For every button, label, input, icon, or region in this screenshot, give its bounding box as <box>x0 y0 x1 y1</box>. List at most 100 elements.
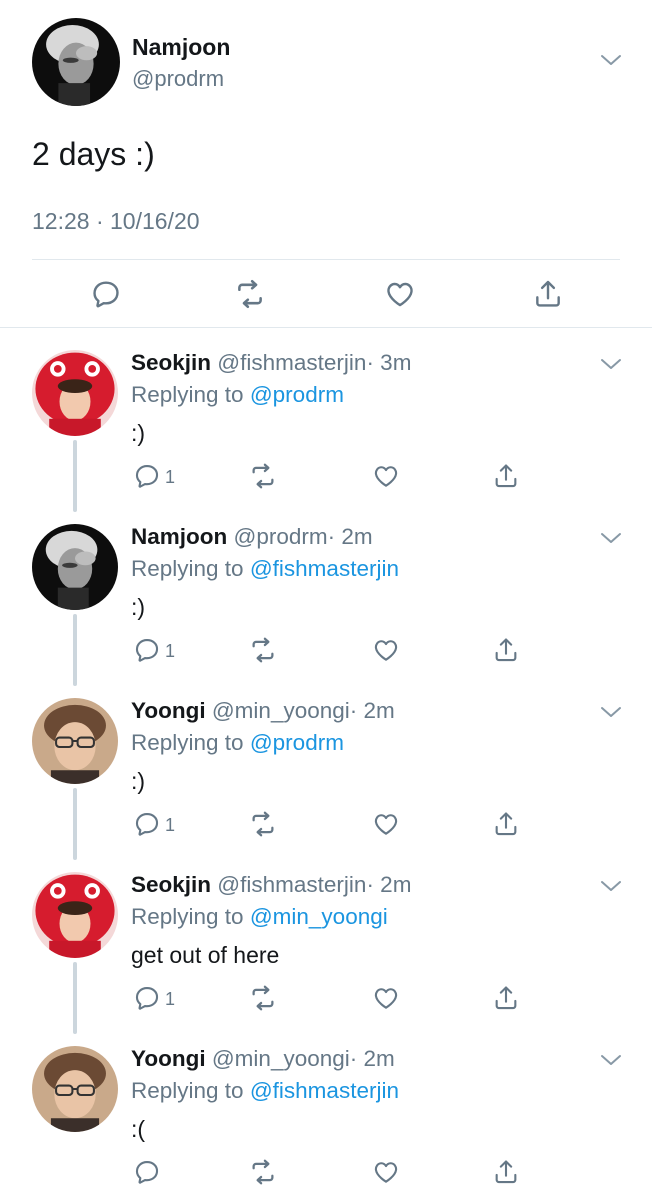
reply-header: Namjoon @prodrm· 2m <box>131 524 373 550</box>
chevron-down-icon[interactable] <box>598 50 624 70</box>
reply-header: Yoongi @min_yoongi· 2m <box>131 698 395 724</box>
replying-to-label: Replying to <box>131 730 250 755</box>
avatar[interactable] <box>32 18 120 106</box>
tweet-timestamp: 12:28 · 10/16/20 <box>32 208 200 234</box>
share-icon[interactable] <box>492 806 520 842</box>
retweet-icon[interactable] <box>232 276 268 312</box>
reply-icon <box>133 462 161 490</box>
reply-tweet[interactable]: Namjoon @prodrm· 2m Replying to @fishmast… <box>0 504 652 686</box>
share-icon[interactable] <box>530 276 566 312</box>
avatar-image <box>32 698 118 784</box>
retweet-icon[interactable] <box>248 458 278 494</box>
reply-header: Yoongi @min_yoongi· 2m <box>131 1046 395 1072</box>
main-tweet: Namjoon @prodrm 2 days :) 12:28 · 10/16/… <box>0 0 652 328</box>
reply-actions: 1 <box>0 806 652 842</box>
retweet-icon[interactable] <box>248 806 278 842</box>
reply-time: · 2m <box>349 698 395 723</box>
avatar[interactable] <box>32 698 118 784</box>
replying-to: Replying to @min_yoongi <box>131 904 388 930</box>
reply-count: 1 <box>165 988 176 1009</box>
retweet-icon[interactable] <box>248 632 278 668</box>
mention-link[interactable]: @min_yoongi <box>250 904 388 929</box>
reply-time: · 2m <box>349 1046 395 1071</box>
avatar-image <box>32 524 118 610</box>
share-icon[interactable] <box>492 1154 520 1190</box>
mention-link[interactable]: @fishmasterjin <box>250 1078 399 1103</box>
reply-tweet[interactable]: Yoongi @min_yoongi· 2m Replying to @fishm… <box>0 1026 652 1200</box>
chevron-down-icon[interactable] <box>598 1050 624 1070</box>
replying-to-label: Replying to <box>131 1078 250 1103</box>
author-handle[interactable]: @prodrm <box>234 524 328 549</box>
replying-to-label: Replying to <box>131 556 250 581</box>
reply-button[interactable]: 1 <box>133 806 175 842</box>
reply-icon <box>133 984 161 1012</box>
author-name[interactable]: Namjoon <box>131 524 227 549</box>
reply-icon <box>133 810 161 838</box>
like-icon[interactable] <box>372 806 400 842</box>
reply-tweet[interactable]: Seokjin @fishmasterjin· 3m Replying to @p… <box>0 330 652 512</box>
author-name[interactable]: Seokjin <box>131 872 211 897</box>
share-icon[interactable] <box>492 632 520 668</box>
reply-time: · 2m <box>327 524 373 549</box>
reply-actions: 1 <box>0 980 652 1016</box>
replying-to: Replying to @prodrm <box>131 382 344 408</box>
reply-count: 1 <box>165 466 176 487</box>
reply-count: 1 <box>165 640 176 661</box>
mention-link[interactable]: @prodrm <box>250 382 344 407</box>
like-icon[interactable] <box>372 632 400 668</box>
avatar[interactable] <box>32 524 118 610</box>
author-handle[interactable]: @fishmasterjin <box>217 872 366 897</box>
reply-tweet[interactable]: Seokjin @fishmasterjin· 2m Replying to @m… <box>0 852 652 1034</box>
retweet-icon[interactable] <box>248 980 278 1016</box>
author-handle[interactable]: @min_yoongi <box>212 1046 350 1071</box>
reply-tweet[interactable]: Yoongi @min_yoongi· 2m Replying to @prodr… <box>0 678 652 860</box>
reply-button[interactable]: 1 <box>133 980 175 1016</box>
reply-actions: 1 <box>0 458 652 494</box>
mention-link[interactable]: @prodrm <box>250 730 344 755</box>
avatar-image <box>32 1046 118 1132</box>
reply-button[interactable] <box>133 1154 165 1190</box>
chevron-down-icon[interactable] <box>598 702 624 722</box>
reply-count: 1 <box>165 814 176 835</box>
chevron-down-icon[interactable] <box>598 528 624 548</box>
mention-link[interactable]: @fishmasterjin <box>250 556 399 581</box>
reply-text: :) <box>131 594 146 620</box>
reply-time: · 3m <box>366 350 412 375</box>
author-handle[interactable]: @min_yoongi <box>212 698 350 723</box>
author-name[interactable]: Yoongi <box>131 1046 206 1071</box>
avatar[interactable] <box>32 872 118 958</box>
author-name[interactable]: Yoongi <box>131 698 206 723</box>
avatar[interactable] <box>32 350 118 436</box>
share-icon[interactable] <box>492 458 520 494</box>
author-handle[interactable]: @prodrm <box>132 66 224 92</box>
reply-icon <box>133 636 161 664</box>
reply-actions: 1 <box>0 632 652 668</box>
like-icon[interactable] <box>372 1154 400 1190</box>
author-handle[interactable]: @fishmasterjin <box>217 350 366 375</box>
replying-to-label: Replying to <box>131 382 250 407</box>
retweet-icon[interactable] <box>248 1154 278 1190</box>
reply-text: :( <box>131 1116 146 1142</box>
like-icon[interactable] <box>382 276 418 312</box>
author-name[interactable]: Namjoon <box>132 34 230 61</box>
reply-text: :) <box>131 420 146 446</box>
author-name[interactable]: Seokjin <box>131 350 211 375</box>
reply-icon[interactable] <box>88 276 124 312</box>
divider <box>32 259 620 260</box>
reply-button[interactable]: 1 <box>133 458 175 494</box>
reply-button[interactable]: 1 <box>133 632 175 668</box>
replying-to: Replying to @fishmasterjin <box>131 556 399 582</box>
replying-to: Replying to @fishmasterjin <box>131 1078 399 1104</box>
chevron-down-icon[interactable] <box>598 354 624 374</box>
chevron-down-icon[interactable] <box>598 876 624 896</box>
reply-actions <box>0 1154 652 1190</box>
reply-icon <box>133 1158 161 1186</box>
avatar[interactable] <box>32 1046 118 1132</box>
tweet-text: 2 days :) <box>32 136 155 172</box>
like-icon[interactable] <box>372 458 400 494</box>
like-icon[interactable] <box>372 980 400 1016</box>
avatar-image <box>32 872 118 958</box>
replying-to: Replying to @prodrm <box>131 730 344 756</box>
replying-to-label: Replying to <box>131 904 250 929</box>
share-icon[interactable] <box>492 980 520 1016</box>
